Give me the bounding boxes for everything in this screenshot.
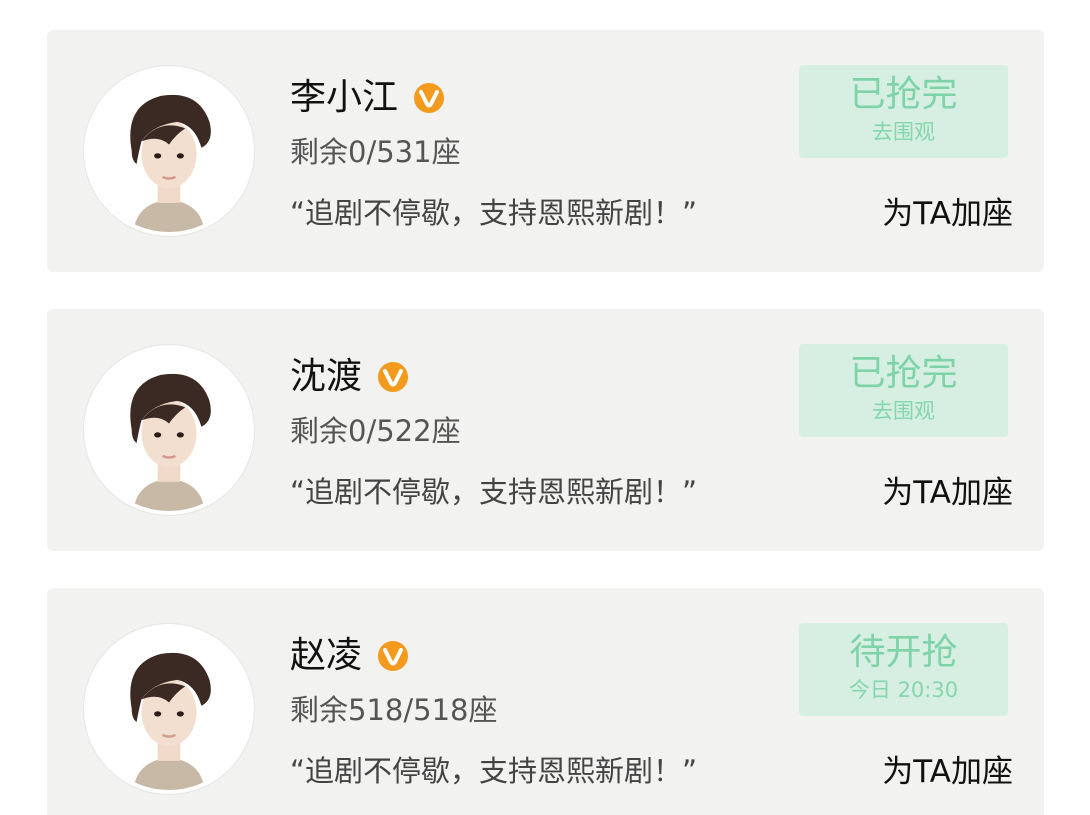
avatar-portrait-icon bbox=[88, 349, 250, 511]
name-row: 沈渡 bbox=[290, 353, 410, 401]
status-sublabel: 今日 20:30 bbox=[848, 678, 959, 702]
actor-name: 沈渡 bbox=[290, 356, 363, 397]
page: 李小江 剩余0/531座 “追剧不停歇，支持恩熙新剧！” 已抢完 去围观 为TA… bbox=[0, 0, 1090, 815]
seat-count: 剩余0/522座 bbox=[290, 414, 461, 448]
verified-v-badge-icon bbox=[412, 81, 446, 115]
status-label: 待开抢 bbox=[849, 632, 958, 673]
add-seat-link[interactable]: 为TA加座 bbox=[863, 472, 1013, 514]
name-row: 赵凌 bbox=[290, 632, 410, 680]
actor-card[interactable]: 李小江 剩余0/531座 “追剧不停歇，支持恩熙新剧！” 已抢完 去围观 为TA… bbox=[47, 30, 1044, 272]
quote-text: “追剧不停歇，支持恩熙新剧！” bbox=[290, 754, 698, 788]
status-label: 已抢完 bbox=[849, 74, 958, 115]
status-button[interactable]: 已抢完 去围观 bbox=[799, 65, 1008, 158]
add-seat-link[interactable]: 为TA加座 bbox=[863, 193, 1013, 235]
add-seat-link[interactable]: 为TA加座 bbox=[863, 751, 1013, 793]
name-row: 李小江 bbox=[290, 74, 446, 122]
seat-count: 剩余0/531座 bbox=[290, 135, 461, 169]
avatar[interactable] bbox=[84, 624, 254, 794]
status-button[interactable]: 已抢完 去围观 bbox=[799, 344, 1008, 437]
verified-v-badge-icon bbox=[376, 639, 410, 673]
status-sublabel: 去围观 bbox=[872, 120, 935, 144]
quote-text: “追剧不停歇，支持恩熙新剧！” bbox=[290, 196, 698, 230]
actor-name: 李小江 bbox=[290, 77, 399, 118]
actor-card[interactable]: 赵凌 剩余518/518座 “追剧不停歇，支持恩熙新剧！” 待开抢 今日 20:… bbox=[47, 588, 1044, 815]
avatar-portrait-icon bbox=[88, 628, 250, 790]
status-label: 已抢完 bbox=[849, 353, 958, 394]
quote-text: “追剧不停歇，支持恩熙新剧！” bbox=[290, 475, 698, 509]
avatar[interactable] bbox=[84, 66, 254, 236]
status-sublabel: 去围观 bbox=[872, 399, 935, 423]
actor-name: 赵凌 bbox=[290, 635, 363, 676]
avatar[interactable] bbox=[84, 345, 254, 515]
verified-v-badge-icon bbox=[376, 360, 410, 394]
status-button[interactable]: 待开抢 今日 20:30 bbox=[799, 623, 1008, 716]
seat-count: 剩余518/518座 bbox=[290, 693, 498, 727]
actor-card[interactable]: 沈渡 剩余0/522座 “追剧不停歇，支持恩熙新剧！” 已抢完 去围观 为TA加… bbox=[47, 309, 1044, 551]
avatar-portrait-icon bbox=[88, 70, 250, 232]
